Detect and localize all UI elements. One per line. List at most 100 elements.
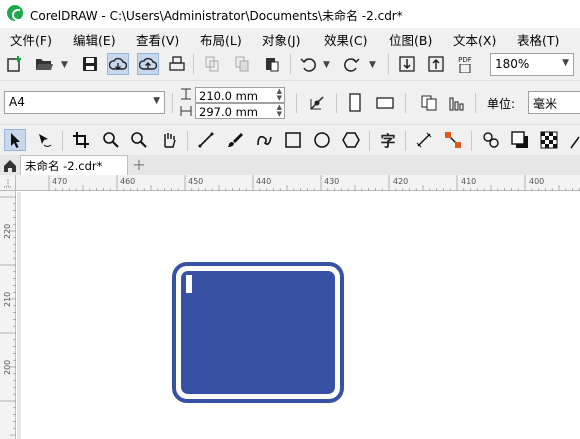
document-tab-bar: 未命名 -2.cdr* + [0,155,580,175]
landscape-orientation-icon[interactable] [374,92,396,114]
page-height-field[interactable]: 297.0 mm ▲ ▼ [195,103,285,119]
ruler-label: 410 [461,177,477,186]
drop-shadow-icon[interactable] [509,129,531,151]
parallel-dimension-icon[interactable] [413,129,435,151]
cloud-import-icon[interactable] [107,53,129,75]
transparency-tool-icon[interactable] [538,129,560,151]
page-size-value: A4 [9,95,25,109]
text-tool-icon[interactable]: 字 [377,129,399,151]
page-width-field[interactable]: 210.0 mm ▲ ▼ [195,87,285,103]
redo-dropdown-icon[interactable]: ▼ [369,60,376,70]
undo-dropdown-icon[interactable]: ▼ [323,60,330,70]
spinner-arrows-icon[interactable]: ▲ ▼ [277,104,282,118]
blend-tool-icon[interactable] [480,129,502,151]
import-icon[interactable] [396,53,418,75]
current-page-icon[interactable] [446,92,468,114]
toolbox: 字 [0,124,580,155]
page-size-combo[interactable]: A4 ▼ [4,91,165,114]
ruler-label: 460 [120,177,136,186]
save-icon[interactable] [79,53,101,75]
publish-pdf-icon[interactable]: PDF [454,53,476,75]
zoom-level-combo[interactable]: 180% ▼ [490,53,574,76]
redo-icon[interactable] [341,53,363,75]
coreldraw-logo-icon [7,5,23,21]
chevron-down-icon: ▼ [153,96,160,106]
cut-icon[interactable] [201,53,223,75]
rectangle-tool-icon[interactable] [282,129,304,151]
window-title: CorelDRAW - C:\Users\Administrator\Docum… [30,9,403,23]
menu-file[interactable]: 文件(F) [10,30,52,49]
page-orientation-lock-icon[interactable] [306,92,328,114]
copy-icon[interactable] [231,53,253,75]
menu-text[interactable]: 文本(X) [453,30,496,49]
toolbar-separator [187,131,188,151]
toolbar-separator [405,93,406,113]
tab-document-label: 未命名 -2.cdr* [25,159,103,173]
freehand-tool-icon[interactable] [195,129,217,151]
menu-layout[interactable]: 布局(L) [200,30,242,49]
ruler-label: 450 [188,177,204,186]
all-pages-icon[interactable] [418,92,440,114]
print-icon[interactable] [166,53,188,75]
ruler-label: 200 [3,359,12,375]
menu-bitmaps[interactable]: 位图(B) [389,30,432,49]
toolbar-separator [475,93,476,113]
paste-icon[interactable] [261,53,283,75]
menu-bar: 文件(F) 编辑(E) 查看(V) 布局(L) 对象(J) 效果(C) 位图(B… [0,28,580,48]
toolbar-separator [193,54,194,74]
property-bar: A4 ▼ 210.0 mm ▲ ▼ 297.0 mm ▲ ▼ 单位: 毫米 [0,80,580,124]
polygon-tool-icon[interactable] [340,129,362,151]
page-border [17,192,21,439]
artistic-media-icon[interactable] [224,129,246,151]
toolbar-separator [388,54,389,74]
toolbar-separator [290,54,291,74]
toolbar-separator [62,131,63,151]
page-height-value: 297.0 mm [199,105,258,119]
spinner-arrows-icon[interactable]: ▲ ▼ [277,88,282,102]
ellipse-tool-icon[interactable] [311,129,333,151]
ruler-label: 420 [393,177,409,186]
crop-tool-icon[interactable] [70,129,92,151]
search-icon[interactable] [128,129,150,151]
horizontal-ruler[interactable]: 470 460 450 440 430 420 410 400 [16,175,580,191]
inner-panel [181,271,335,394]
vertical-ruler[interactable]: 220 210 200 [0,191,16,439]
undo-icon[interactable] [297,53,319,75]
new-document-icon[interactable] [4,53,26,75]
ruler-label: 430 [324,177,340,186]
home-icon[interactable] [3,158,17,172]
ruler-label: 470 [52,177,68,186]
ruler-label: 220 [3,223,12,239]
toolbar-separator [369,131,370,151]
ruler-origin[interactable] [0,175,16,191]
pick-tool-icon[interactable] [4,129,26,151]
menu-table[interactable]: 表格(T) [517,30,559,49]
cloud-export-icon[interactable] [137,53,159,75]
add-tab-button[interactable]: + [130,156,148,174]
toolbar-separator [471,131,472,151]
ruler-ticks [48,175,580,191]
ruler-label: 440 [256,177,272,186]
open-dropdown-icon[interactable]: ▼ [61,60,68,70]
export-icon[interactable] [425,53,447,75]
drawn-rounded-rectangle[interactable] [172,262,344,403]
tab-document[interactable]: 未命名 -2.cdr* [20,155,128,175]
menu-edit[interactable]: 编辑(E) [73,30,116,49]
menu-object[interactable]: 对象(J) [262,30,300,49]
zoom-level-value: 180% [495,57,530,71]
portrait-orientation-icon[interactable] [344,92,366,114]
unit-value: 毫米 [533,97,558,111]
open-folder-icon[interactable] [33,53,55,75]
title-bar: CorelDRAW - C:\Users\Administrator\Docum… [0,0,580,28]
menu-effects[interactable]: 效果(C) [324,30,367,49]
zoom-tool-icon[interactable] [100,129,122,151]
ruler-label: 210 [3,291,12,307]
connector-tool-icon[interactable] [442,129,464,151]
eyedropper-icon[interactable] [566,129,580,151]
highlight-mark [186,275,192,293]
pen-tool-icon[interactable] [253,129,275,151]
shape-tool-icon[interactable] [33,129,55,151]
pan-tool-icon[interactable] [158,129,180,151]
unit-combo[interactable]: 毫米 [528,91,580,114]
menu-view[interactable]: 查看(V) [136,30,179,49]
